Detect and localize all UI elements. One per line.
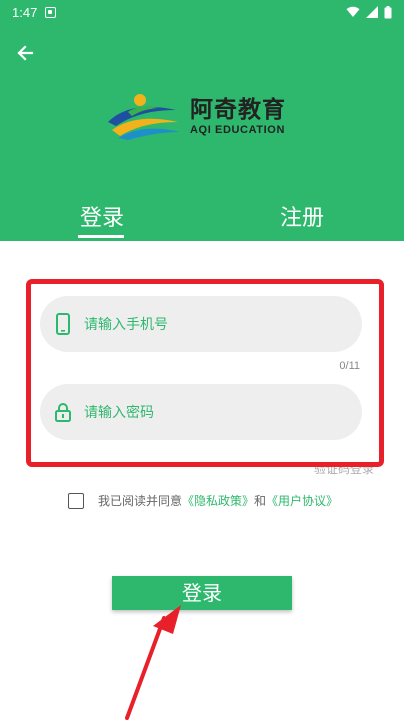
battery-icon bbox=[384, 5, 392, 18]
agreement-prefix: 我已阅读并同意 bbox=[98, 494, 183, 508]
login-button[interactable]: 登录 bbox=[112, 576, 292, 610]
status-time: 1:47 bbox=[12, 4, 38, 20]
tab-register[interactable]: 注册 bbox=[276, 200, 328, 240]
logo-name-en: AQI EDUCATION bbox=[190, 123, 285, 136]
logo-texts: 阿奇教育 AQI EDUCATION bbox=[190, 97, 286, 136]
password-input[interactable]: 请输入密码 bbox=[40, 384, 362, 440]
tab-login[interactable]: 登录 bbox=[76, 200, 128, 240]
lock-icon bbox=[54, 401, 72, 423]
wifi-icon bbox=[346, 6, 360, 18]
header: 阿奇教育 AQI EDUCATION 登录 注册 bbox=[0, 24, 404, 241]
privacy-policy-link[interactable]: 《隐私政策》 bbox=[182, 492, 254, 509]
password-placeholder: 请输入密码 bbox=[84, 405, 154, 421]
image-icon bbox=[45, 6, 57, 18]
phone-counter: 0/11 bbox=[339, 360, 360, 372]
status-right bbox=[346, 5, 392, 19]
agreement-row: 我已阅读并同意 《隐私政策》 和 《用户协议》 bbox=[68, 492, 338, 509]
tab-active-indicator bbox=[78, 235, 124, 238]
phone-input[interactable]: 请输入手机号 bbox=[40, 296, 362, 352]
signal-icon bbox=[366, 6, 378, 18]
logo-mark-icon bbox=[108, 94, 180, 140]
agreement-checkbox[interactable] bbox=[68, 492, 84, 509]
status-left: 1:47 bbox=[12, 4, 57, 20]
status-bar: 1:47 bbox=[0, 0, 404, 24]
phone-placeholder: 请输入手机号 bbox=[84, 317, 168, 333]
code-login-link[interactable]: 验证码登录 bbox=[280, 460, 374, 477]
phone-icon bbox=[54, 313, 72, 335]
back-arrow-icon bbox=[17, 45, 34, 61]
back-button[interactable] bbox=[10, 38, 40, 68]
logo: 阿奇教育 AQI EDUCATION bbox=[106, 92, 286, 140]
logo-name-cn: 阿奇教育 bbox=[190, 96, 286, 123]
agreement-and: 和 bbox=[254, 494, 267, 508]
user-agreement-link[interactable]: 《用户协议》 bbox=[266, 492, 338, 509]
